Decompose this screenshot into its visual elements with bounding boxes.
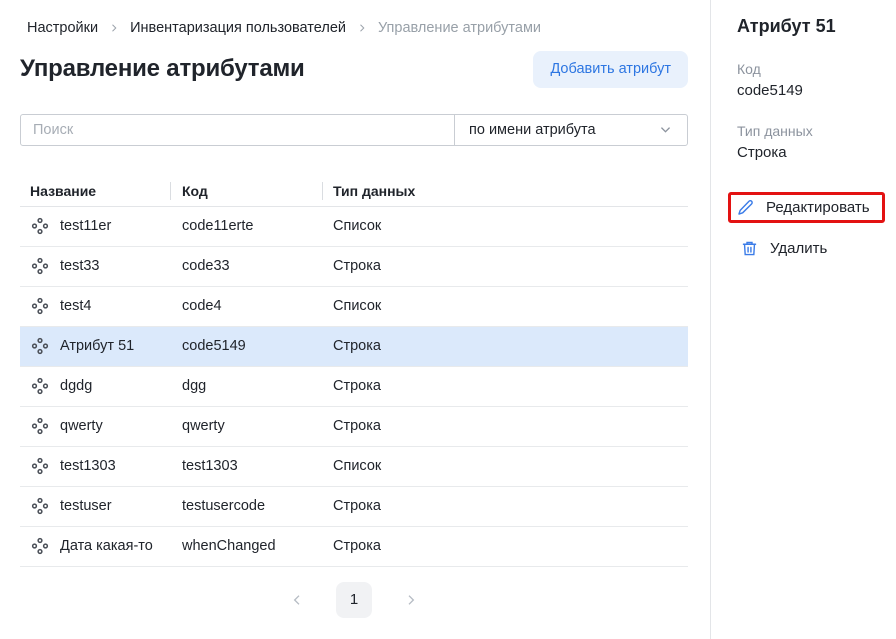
attribute-cluster-icon bbox=[31, 217, 49, 235]
details-panel: Атрибут 51 Код code5149 Тип данных Строк… bbox=[710, 0, 896, 639]
page-title: Управление атрибутами bbox=[20, 55, 305, 83]
attribute-cluster-icon bbox=[31, 377, 49, 395]
attribute-code: code33 bbox=[170, 258, 322, 274]
search-input[interactable] bbox=[21, 115, 454, 145]
attribute-cluster-icon bbox=[31, 537, 49, 555]
attribute-cluster-icon bbox=[31, 257, 49, 275]
attribute-code: whenChanged bbox=[170, 538, 322, 554]
attribute-cluster-icon bbox=[31, 497, 49, 515]
breadcrumb: Настройки Инвентаризация пользователей У… bbox=[20, 20, 688, 36]
attribute-code: code4 bbox=[170, 298, 322, 314]
table-row[interactable]: qwerty qwerty Строка bbox=[20, 407, 688, 447]
cell-name: test11er bbox=[20, 217, 170, 235]
cell-name: test1303 bbox=[20, 457, 170, 475]
chevron-down-icon bbox=[658, 122, 673, 137]
attribute-name: qwerty bbox=[60, 418, 103, 434]
attribute-type: Строка bbox=[322, 418, 688, 434]
cell-name: dgdg bbox=[20, 377, 170, 395]
attribute-type: Список bbox=[322, 298, 688, 314]
attribute-name: dgdg bbox=[60, 378, 92, 394]
current-page-button[interactable]: 1 bbox=[336, 582, 372, 618]
breadcrumb-item-settings[interactable]: Настройки bbox=[27, 20, 98, 36]
attribute-cluster-icon bbox=[31, 297, 49, 315]
attribute-type: Список bbox=[322, 218, 688, 234]
breadcrumb-item-attribute-management: Управление атрибутами bbox=[378, 20, 541, 36]
field-label-code: Код bbox=[737, 61, 888, 77]
search-bar: по имени атрибута bbox=[20, 114, 688, 146]
delete-button[interactable]: Удалить bbox=[737, 235, 831, 262]
column-header-type: Тип данных bbox=[322, 183, 688, 199]
table-body: test11er code11erte Список test33 bbox=[20, 207, 688, 567]
attribute-name: testuser bbox=[60, 498, 112, 514]
page-header: Управление атрибутами Добавить атрибут bbox=[20, 51, 688, 88]
table-row[interactable]: test33 code33 Строка bbox=[20, 247, 688, 287]
app-root: Настройки Инвентаризация пользователей У… bbox=[0, 0, 896, 639]
chevron-right-icon bbox=[356, 22, 368, 34]
attribute-name: test4 bbox=[60, 298, 91, 314]
table-header-row: Название Код Тип данных bbox=[20, 177, 688, 207]
main-content: Настройки Инвентаризация пользователей У… bbox=[0, 0, 710, 639]
attribute-code: qwerty bbox=[170, 418, 322, 434]
attribute-name: test11er bbox=[60, 218, 111, 234]
field-value-type: Строка bbox=[737, 144, 888, 161]
attribute-type: Строка bbox=[322, 498, 688, 514]
table-row[interactable]: dgdg dgg Строка bbox=[20, 367, 688, 407]
attribute-type: Строка bbox=[322, 338, 688, 354]
attribute-type: Список bbox=[322, 458, 688, 474]
trash-icon bbox=[741, 240, 758, 257]
edit-button[interactable]: Редактировать bbox=[737, 199, 870, 216]
field-value-code: code5149 bbox=[737, 82, 888, 99]
attribute-cluster-icon bbox=[31, 417, 49, 435]
details-panel-title: Атрибут 51 bbox=[737, 16, 888, 37]
chevron-right-icon bbox=[108, 22, 120, 34]
attribute-name: test33 bbox=[60, 258, 100, 274]
attribute-name: test1303 bbox=[60, 458, 116, 474]
attribute-code: code5149 bbox=[170, 338, 322, 354]
table-row[interactable]: test1303 test1303 Список bbox=[20, 447, 688, 487]
search-filter-value: по имени атрибута bbox=[469, 122, 596, 138]
attribute-code: testusercode bbox=[170, 498, 322, 514]
edit-button-label: Редактировать bbox=[766, 199, 870, 216]
table-row[interactable]: test11er code11erte Список bbox=[20, 207, 688, 247]
attribute-cluster-icon bbox=[31, 337, 49, 355]
cell-name: testuser bbox=[20, 497, 170, 515]
cell-name: test33 bbox=[20, 257, 170, 275]
chevron-right-icon[interactable] bbox=[399, 588, 423, 612]
attribute-code: test1303 bbox=[170, 458, 322, 474]
pagination: 1 bbox=[20, 582, 688, 618]
add-attribute-button[interactable]: Добавить атрибут bbox=[533, 51, 688, 88]
pencil-icon bbox=[737, 199, 754, 216]
attribute-cluster-icon bbox=[31, 457, 49, 475]
breadcrumb-item-user-inventory[interactable]: Инвентаризация пользователей bbox=[130, 20, 346, 36]
column-header-name: Название bbox=[20, 183, 170, 199]
panel-actions: Редактировать Удалить bbox=[737, 192, 888, 262]
attribute-name: Дата какая-то bbox=[60, 538, 153, 554]
cell-name: Атрибут 51 bbox=[20, 337, 170, 355]
delete-button-label: Удалить bbox=[770, 240, 827, 257]
field-label-type: Тип данных bbox=[737, 123, 888, 139]
table-row[interactable]: test4 code4 Список bbox=[20, 287, 688, 327]
attribute-type: Строка bbox=[322, 258, 688, 274]
chevron-left-icon[interactable] bbox=[285, 588, 309, 612]
attribute-code: code11erte bbox=[170, 218, 322, 234]
annotation-highlight-box: Редактировать bbox=[728, 192, 885, 223]
attribute-type: Строка bbox=[322, 538, 688, 554]
attribute-name: Атрибут 51 bbox=[60, 338, 134, 354]
cell-name: Дата какая-то bbox=[20, 537, 170, 555]
column-header-code: Код bbox=[170, 183, 322, 199]
attribute-code: dgg bbox=[170, 378, 322, 394]
attributes-table: Название Код Тип данных test11er bbox=[20, 177, 688, 567]
table-row[interactable]: testuser testusercode Строка bbox=[20, 487, 688, 527]
cell-name: qwerty bbox=[20, 417, 170, 435]
search-filter-dropdown[interactable]: по имени атрибута bbox=[454, 115, 687, 145]
cell-name: test4 bbox=[20, 297, 170, 315]
table-row[interactable]: Дата какая-то whenChanged Строка bbox=[20, 527, 688, 567]
table-row[interactable]: Атрибут 51 code5149 Строка bbox=[20, 327, 688, 367]
attribute-type: Строка bbox=[322, 378, 688, 394]
